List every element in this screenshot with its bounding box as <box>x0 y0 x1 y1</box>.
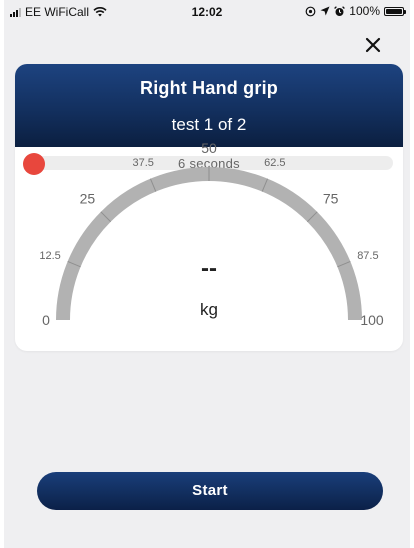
gauge-unit: kg <box>200 300 218 319</box>
app-screen: EE WiFiCall 12:02 100% Right Hand grip t… <box>4 0 410 548</box>
gauge-tick-label: 12.5 <box>39 250 60 262</box>
battery-percent: 100% <box>349 4 380 18</box>
gauge-tick-label: 0 <box>42 312 50 328</box>
test-card: Right Hand grip test 1 of 2 6 seconds 01… <box>15 64 403 351</box>
location-icon <box>305 6 316 16</box>
gauge-tick-label: 25 <box>80 190 96 206</box>
gauge-tick-label: 75 <box>323 190 339 206</box>
navigation-arrow-icon <box>320 6 330 16</box>
close-button[interactable] <box>362 34 384 56</box>
gauge-tick-label: 62.5 <box>264 157 285 169</box>
battery-fill <box>386 8 402 14</box>
start-button[interactable]: Start <box>37 472 383 510</box>
status-right: 100% <box>305 4 406 18</box>
gauge-tick-label: 87.5 <box>357 250 378 262</box>
gauge-track <box>56 167 362 321</box>
alarm-icon <box>334 5 346 16</box>
gauge-value: -- <box>201 255 217 282</box>
gauge-tick-label: 50 <box>201 140 217 156</box>
gauge-tick-label: 37.5 <box>132 157 153 169</box>
grip-gauge: 0 12.5 25 37.5 50 62.5 75 87.5 100 -- kg <box>39 140 384 328</box>
close-icon <box>365 37 381 53</box>
battery-icon <box>384 6 406 16</box>
gauge-tick-label: 100 <box>360 312 384 328</box>
status-bar: EE WiFiCall 12:02 100% <box>4 0 410 24</box>
